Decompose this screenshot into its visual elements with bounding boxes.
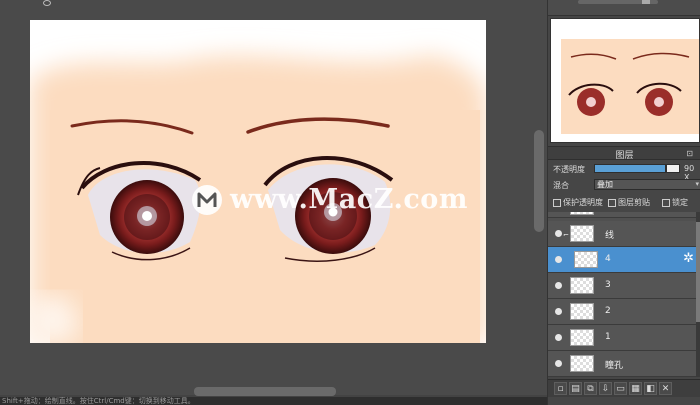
canvas-corner-marker (43, 0, 51, 6)
right-panel: 图层 ⊡ 不透明度 90 X 混合 叠加 ▾ 保护透明度 图层剪贴 锁定 ⌐ 线… (547, 0, 700, 405)
navigator-thumbnail (551, 19, 699, 142)
visibility-eye-icon[interactable] (555, 230, 562, 237)
clip-indicator-icon: ⌐ (563, 231, 569, 239)
layer-row-partial[interactable] (548, 212, 696, 218)
layer-row[interactable]: 3 (548, 273, 696, 299)
layer-thumbnail (574, 251, 598, 268)
canvas-vertical-scrollbar[interactable] (534, 130, 544, 232)
layer-type-menu-icon[interactable]: ⇩ (599, 382, 612, 395)
lock-label: 锁定 (672, 198, 688, 207)
zoom-slider-knob[interactable] (642, 0, 650, 4)
visibility-eye-icon[interactable] (555, 256, 562, 263)
layer-row-selected[interactable]: 4 ✲ (548, 247, 696, 273)
blend-row: 混合 叠加 ▾ (548, 177, 700, 193)
visibility-eye-icon[interactable] (555, 308, 562, 315)
blend-mode-select[interactable]: 叠加 ▾ (594, 179, 700, 190)
blend-mode-value: 叠加 (597, 180, 613, 189)
artwork (30, 20, 486, 343)
visibility-eye-icon[interactable] (555, 282, 562, 289)
checkbox-icon (553, 198, 561, 207)
layer-list-scrollbar[interactable] (696, 212, 700, 377)
layer-thumbnail (570, 329, 594, 346)
copy-layer-icon[interactable]: ⧉ (584, 382, 597, 395)
checkbox-icon (662, 198, 670, 207)
folder-icon[interactable]: ▭ (614, 382, 627, 395)
layer-name: 2 (605, 306, 611, 316)
layer-row[interactable]: 瞳孔 (548, 351, 696, 377)
drawing-canvas[interactable] (30, 20, 486, 343)
opacity-label: 不透明度 (553, 165, 585, 174)
checkbox-icon (608, 198, 616, 207)
layer-thumbnail (570, 303, 594, 320)
chevron-down-icon: ▾ (695, 180, 699, 188)
opacity-row: 不透明度 90 X (548, 161, 700, 182)
layer-list-scrollbar-thumb[interactable] (696, 222, 700, 322)
layer-row[interactable]: ⌐ 线 (548, 221, 696, 247)
navigator-zoom-bar[interactable] (548, 0, 700, 16)
layer-name: 1 (605, 332, 611, 342)
new-layer-icon[interactable]: ▫ (554, 382, 567, 395)
layer-panel-header: 图层 ⊡ (548, 146, 700, 161)
navigator-preview[interactable] (550, 18, 700, 143)
blend-mode-label: 混合 (553, 181, 569, 190)
layer-panel-title: 图层 (615, 151, 634, 161)
opacity-slider[interactable] (594, 164, 666, 173)
layer-name: 3 (605, 280, 611, 290)
canvas-area[interactable] (0, 0, 547, 396)
new-layer-from-clip-icon[interactable]: ▤ (569, 382, 582, 395)
canvas-horizontal-scrollbar[interactable] (194, 387, 336, 396)
layer-thumbnail (570, 277, 594, 294)
visibility-eye-icon[interactable] (555, 334, 562, 341)
app-window: Shift+拖动：绘制直线。按住Ctrl/Cmd键：切换到移动工具。 www.M… (0, 0, 700, 405)
gear-icon[interactable]: ✲ (683, 252, 694, 266)
clipping-checkbox[interactable]: 图层剪贴 (608, 197, 650, 208)
protect-alpha-checkbox[interactable]: 保护透明度 (553, 197, 603, 208)
layer-name: 瞳孔 (605, 361, 624, 371)
layer-list: ⌐ 线 4 ✲ 3 2 1 瞳孔 (548, 212, 696, 377)
protect-alpha-label: 保护透明度 (563, 198, 603, 207)
merge-down-icon[interactable]: ▦ (629, 382, 642, 395)
panel-options-icon[interactable]: ⊡ (686, 149, 693, 158)
visibility-eye-icon[interactable] (555, 360, 562, 367)
lock-checkbox[interactable]: 锁定 (662, 197, 688, 208)
layer-name: 线 (605, 231, 615, 241)
layer-thumbnail (570, 212, 594, 215)
layer-name: 4 (605, 254, 611, 264)
layer-options-row: 保护透明度 图层剪贴 锁定 (548, 194, 700, 210)
layer-row[interactable]: 1 (548, 325, 696, 351)
mask-icon[interactable]: ◧ (644, 382, 657, 395)
layer-toolbar: ▫ ▤ ⧉ ⇩ ▭ ▦ ◧ ✕ (548, 379, 700, 397)
clipping-label: 图层剪贴 (618, 198, 650, 207)
status-bar: Shift+拖动：绘制直线。按住Ctrl/Cmd键：切换到移动工具。 (0, 397, 547, 405)
zoom-slider[interactable] (578, 0, 658, 4)
layer-thumbnail (570, 355, 594, 372)
layer-row[interactable]: 2 (548, 299, 696, 325)
layer-thumbnail (570, 225, 594, 242)
opacity-slider-remainder[interactable] (666, 164, 680, 173)
delete-layer-icon[interactable]: ✕ (659, 382, 672, 395)
